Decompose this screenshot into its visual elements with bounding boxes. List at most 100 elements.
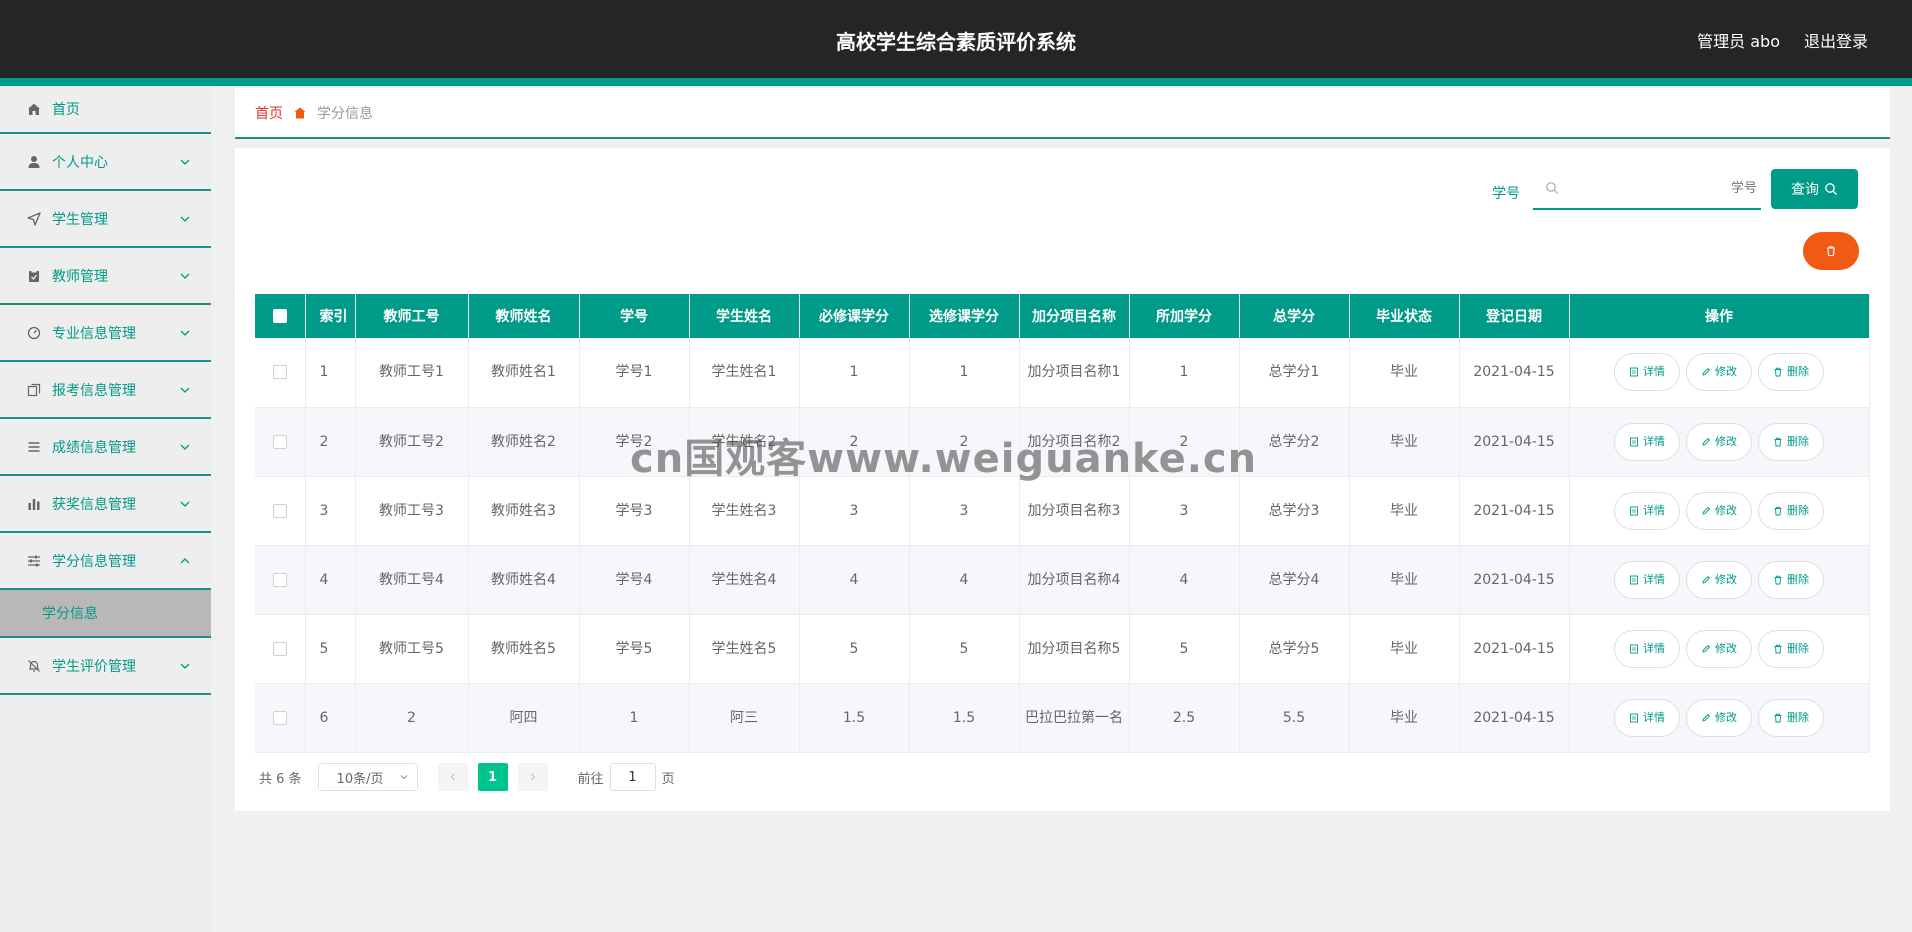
- detail-button[interactable]: 详情: [1614, 629, 1680, 668]
- delete-button[interactable]: 删除: [1758, 491, 1824, 530]
- delete-label: 删除: [1787, 503, 1809, 517]
- edit-icon: [1702, 713, 1711, 722]
- app-title: 高校学生综合素质评价系统: [836, 30, 1076, 54]
- page-size-value: 10条/页: [336, 771, 384, 787]
- sidebar-item-student-management[interactable]: 学生管理: [0, 191, 211, 248]
- table-cell: 5: [305, 614, 356, 684]
- sidebar-item-label: 获奖信息管理: [52, 496, 136, 513]
- table-cell: 教师工号3: [355, 476, 469, 546]
- sidebar-subitem-credit-info[interactable]: 学分信息: [0, 590, 211, 638]
- sidebar-item-exam-registration[interactable]: 报考信息管理: [0, 362, 211, 419]
- page-size-select[interactable]: 10条/页: [317, 763, 418, 791]
- table-cell: 3: [909, 476, 1020, 546]
- table-cell: 2021-04-15: [1459, 476, 1570, 546]
- current-user: 管理员 abo: [1697, 32, 1780, 51]
- sidebar-item-major-info[interactable]: 专业信息管理: [0, 305, 211, 362]
- detail-button[interactable]: 详情: [1614, 422, 1680, 461]
- logout-link[interactable]: 退出登录: [1804, 28, 1868, 52]
- edit-label: 修改: [1715, 572, 1737, 586]
- row-checkbox[interactable]: [272, 434, 287, 449]
- document-icon: [1630, 506, 1638, 515]
- search-icon: [1546, 182, 1558, 194]
- detail-button[interactable]: 详情: [1614, 491, 1680, 530]
- row-checkbox[interactable]: [272, 641, 287, 656]
- chevron-down-icon: [180, 387, 190, 393]
- sidebar-item-credit-info-management[interactable]: 学分信息管理: [0, 533, 211, 590]
- table-cell: 2021-04-15: [1459, 683, 1570, 753]
- prev-page-button[interactable]: [437, 763, 468, 791]
- sidebar-item-student-evaluation[interactable]: 学生评价管理: [0, 638, 211, 695]
- next-page-button[interactable]: [517, 763, 548, 791]
- delete-button[interactable]: 删除: [1758, 353, 1824, 392]
- table-cell: 学生姓名3: [689, 476, 800, 546]
- table-cell: 2021-04-15: [1459, 545, 1570, 615]
- goto-label: 前往: [577, 771, 604, 787]
- sidebar-item-award-info[interactable]: 获奖信息管理: [0, 476, 211, 533]
- trash-icon: [1774, 713, 1782, 722]
- column-header: 登记日期: [1459, 294, 1570, 338]
- search-field[interactable]: [1533, 168, 1761, 210]
- table-cell: 1: [1129, 338, 1240, 408]
- delete-button[interactable]: 删除: [1758, 560, 1824, 599]
- table-body: 1 教师工号1 教师姓名1 学号1 学生姓名1 1 1 加分项目名称1 1 总学分1 毕业 2021-…: [255, 338, 1870, 753]
- sidebar-item-teacher-management[interactable]: 教师管理: [0, 248, 211, 305]
- goto-page-input[interactable]: [609, 763, 656, 791]
- search-button[interactable]: 查询: [1771, 169, 1858, 209]
- select-all-checkbox[interactable]: [272, 309, 287, 323]
- row-checkbox[interactable]: [272, 572, 287, 587]
- edit-button[interactable]: 修改: [1686, 353, 1752, 392]
- sidebar-subitem-label: 学分信息: [42, 606, 98, 622]
- row-checkbox[interactable]: [272, 365, 287, 380]
- search-input[interactable]: [1567, 173, 1757, 203]
- actions-cell: 详情 修改 删除: [1569, 545, 1870, 615]
- detail-button[interactable]: 详情: [1614, 698, 1680, 737]
- edit-button[interactable]: 修改: [1686, 491, 1752, 530]
- table-cell: 加分项目名称2: [1019, 407, 1130, 477]
- chevron-down-icon: [180, 444, 190, 450]
- actions-cell: 详情 修改 删除: [1569, 407, 1870, 477]
- sidebar-item-grade-info[interactable]: 成绩信息管理: [0, 419, 211, 476]
- trash-icon: [1774, 575, 1782, 584]
- edit-icon: [1702, 368, 1711, 376]
- row-checkbox[interactable]: [272, 710, 287, 725]
- edit-button[interactable]: 修改: [1686, 560, 1752, 599]
- detail-label: 详情: [1643, 641, 1665, 655]
- delete-button[interactable]: 删除: [1758, 422, 1824, 461]
- column-header: 索引: [305, 294, 356, 338]
- table-row: 4 教师工号4 教师姓名4 学号4 学生姓名4 4 4 加分项目名称4 4 总学分4 毕业 2021-…: [255, 545, 1870, 615]
- edit-button[interactable]: 修改: [1686, 698, 1752, 737]
- table-cell: 学生姓名2: [689, 407, 800, 477]
- table-cell: 教师工号2: [355, 407, 469, 477]
- edit-button[interactable]: 修改: [1686, 629, 1752, 668]
- table-cell: 毕业: [1349, 338, 1460, 408]
- detail-button[interactable]: 详情: [1614, 353, 1680, 392]
- table-cell: 4: [1129, 545, 1240, 615]
- table-row: 6 2 阿四 1 阿三 1.5 1.5 巴拉巴拉第一名 2.5 5.5 毕业 2021-04-15 详情…: [255, 683, 1870, 753]
- chevron-down-icon: [180, 501, 190, 507]
- table-row: 5 教师工号5 教师姓名5 学号5 学生姓名5 5 5 加分项目名称5 5 总学分5 毕业 2021-…: [255, 614, 1870, 684]
- delete-button[interactable]: 删除: [1758, 698, 1824, 737]
- table-cell: 学生姓名1: [689, 338, 800, 408]
- home-icon: [26, 101, 42, 117]
- delete-button[interactable]: 删除: [1758, 629, 1824, 668]
- sidebar-item-label: 成绩信息管理: [52, 439, 136, 456]
- detail-label: 详情: [1643, 503, 1665, 517]
- batch-delete-button[interactable]: [1803, 232, 1859, 270]
- row-checkbox[interactable]: [272, 503, 287, 518]
- sidebar-item-personal-center[interactable]: 个人中心: [0, 134, 211, 191]
- table-row: 1 教师工号1 教师姓名1 学号1 学生姓名1 1 1 加分项目名称1 1 总学分1 毕业 2021-…: [255, 338, 1870, 408]
- row-select-cell: [255, 683, 306, 753]
- table-cell: 2: [355, 683, 469, 753]
- breadcrumb-home[interactable]: 首页: [255, 103, 283, 123]
- detail-button[interactable]: 详情: [1614, 560, 1680, 599]
- edit-label: 修改: [1715, 434, 1737, 448]
- chevron-down-icon: [180, 159, 190, 165]
- breadcrumb: 首页 学分信息: [235, 88, 1890, 139]
- page-number-button[interactable]: 1: [477, 763, 508, 791]
- edit-icon: [1702, 437, 1711, 446]
- table-cell: 阿三: [689, 683, 800, 753]
- table-cell: 毕业: [1349, 407, 1460, 477]
- edit-button[interactable]: 修改: [1686, 422, 1752, 461]
- table-cell: 2: [799, 407, 910, 477]
- sidebar-item-home[interactable]: 首页: [0, 86, 211, 134]
